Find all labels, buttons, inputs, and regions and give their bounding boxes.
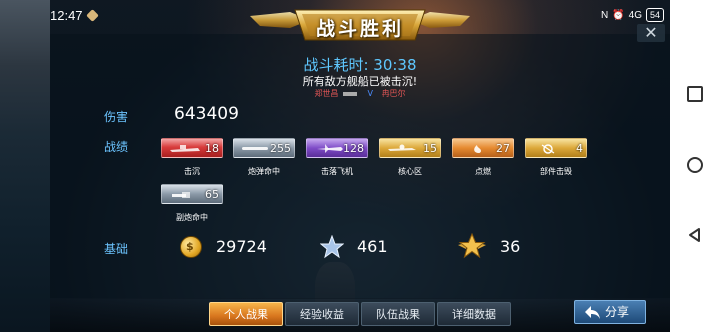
tab-detailed-data[interactable]: 详细数据 <box>437 302 511 326</box>
system-nav-bar <box>670 0 720 332</box>
share-label: 分享 <box>605 305 630 319</box>
player-left-name: 郑世昌 <box>314 89 339 98</box>
back-button[interactable] <box>687 227 703 243</box>
nfc-icon: N <box>600 9 609 21</box>
status-time: 12:47 <box>50 8 83 23</box>
stat-label: 炮弹命中 <box>248 167 280 176</box>
stat-label: 击沉 <box>184 167 200 176</box>
secondary-gun-icon <box>172 192 190 198</box>
player-right-name: 冉巴尔 <box>381 89 406 98</box>
stat-value: 18 <box>205 142 219 155</box>
stat-value: 255 <box>270 142 291 155</box>
stat-value: 65 <box>205 188 219 201</box>
stat-value: 4 <box>576 142 583 155</box>
ship-icon <box>170 145 200 152</box>
versus-line: 郑世昌 V 冉巴尔 <box>250 88 470 99</box>
records-label: 战绩 <box>104 140 129 154</box>
signal-icon: 4G <box>628 9 642 21</box>
flag-icon <box>342 91 357 96</box>
home-button[interactable] <box>687 157 703 173</box>
share-button[interactable]: 分享 <box>574 300 646 324</box>
recent-apps-button[interactable] <box>687 86 703 102</box>
stat-shell-hits[interactable]: 255 <box>233 138 295 158</box>
status-indicators: N ⏰ 4G 54 <box>601 8 664 22</box>
gold-star-value: 36 <box>500 237 521 256</box>
share-arrow-icon <box>585 306 600 319</box>
fire-icon <box>474 145 481 153</box>
damage-value: 643409 <box>174 104 239 124</box>
stat-label: 点燃 <box>475 167 491 176</box>
banner-title: 战斗胜利 <box>315 18 404 40</box>
battle-duration: 战斗耗时: 30:38 <box>303 56 417 74</box>
tab-team-results[interactable]: 队伍战果 <box>361 302 435 326</box>
tab-personal-results[interactable]: 个人战果 <box>209 302 283 326</box>
coin-glyph: $ <box>186 240 194 253</box>
shell-icon <box>242 147 268 150</box>
stat-label: 核心区 <box>398 167 422 176</box>
stat-label: 击落飞机 <box>321 167 353 176</box>
stat-label: 副炮命中 <box>176 213 208 222</box>
stat-parts-destroyed[interactable]: 4 <box>525 138 587 158</box>
parts-icon <box>541 144 555 154</box>
silver-star-value: 461 <box>357 237 388 256</box>
battle-subtitle: 所有敌方舰船已被击沉! <box>302 75 418 88</box>
damage-label: 伤害 <box>104 110 129 124</box>
gold-star-icon <box>458 233 486 259</box>
stat-value: 27 <box>496 142 510 155</box>
stat-ignite[interactable]: 27 <box>452 138 514 158</box>
app-notification-icon <box>86 9 99 22</box>
core-icon <box>388 144 416 151</box>
stat-sink[interactable]: 18 <box>161 138 223 158</box>
stat-planes-downed[interactable]: 128 <box>306 138 368 158</box>
battery-icon: 54 <box>645 8 664 22</box>
vs-label: V <box>367 89 374 98</box>
silver-star-icon <box>320 235 344 259</box>
stat-value: 128 <box>343 142 364 155</box>
tab-exp-earnings[interactable]: 经验收益 <box>285 302 359 326</box>
victory-banner: 战斗胜利 <box>250 6 470 46</box>
stat-label: 部件击毁 <box>540 167 572 176</box>
close-button[interactable]: ✕ <box>637 24 665 42</box>
coins-value: 29724 <box>216 237 267 256</box>
alarm-icon: ⏰ <box>612 9 625 21</box>
stat-value: 15 <box>423 142 437 155</box>
stat-core-hits[interactable]: 15 <box>379 138 441 158</box>
plane-icon <box>317 144 343 153</box>
base-label: 基础 <box>104 242 129 256</box>
stat-secondary-hits[interactable]: 65 <box>161 184 223 204</box>
